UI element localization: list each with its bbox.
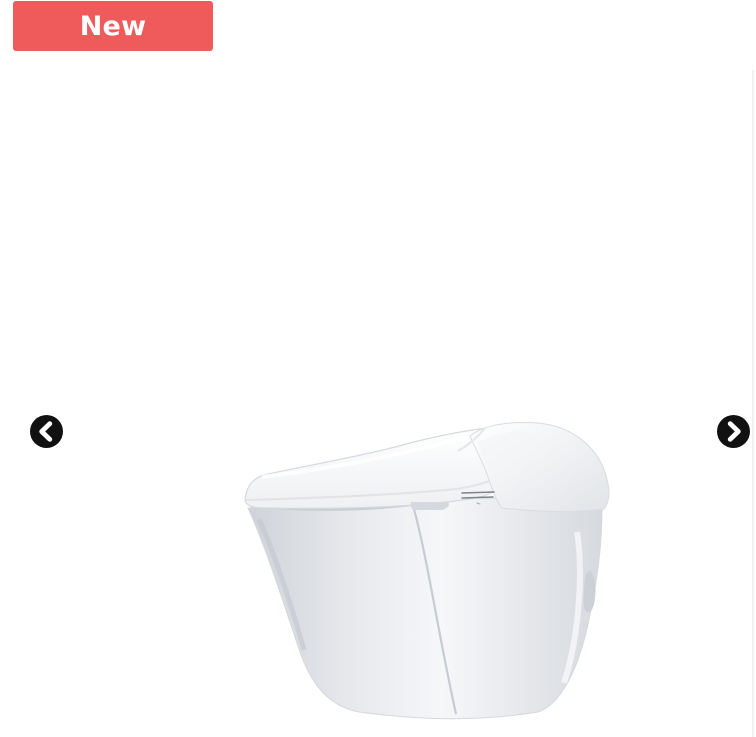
previous-image-button[interactable] (30, 415, 63, 448)
chevron-left-icon (39, 421, 53, 442)
new-badge: New (13, 1, 213, 51)
gallery-edge-divider (752, 70, 754, 737)
product-gallery: New (0, 0, 756, 737)
chevron-right-icon (727, 421, 741, 442)
next-image-button[interactable] (717, 415, 750, 448)
smart-toilet-product-image (244, 422, 610, 720)
